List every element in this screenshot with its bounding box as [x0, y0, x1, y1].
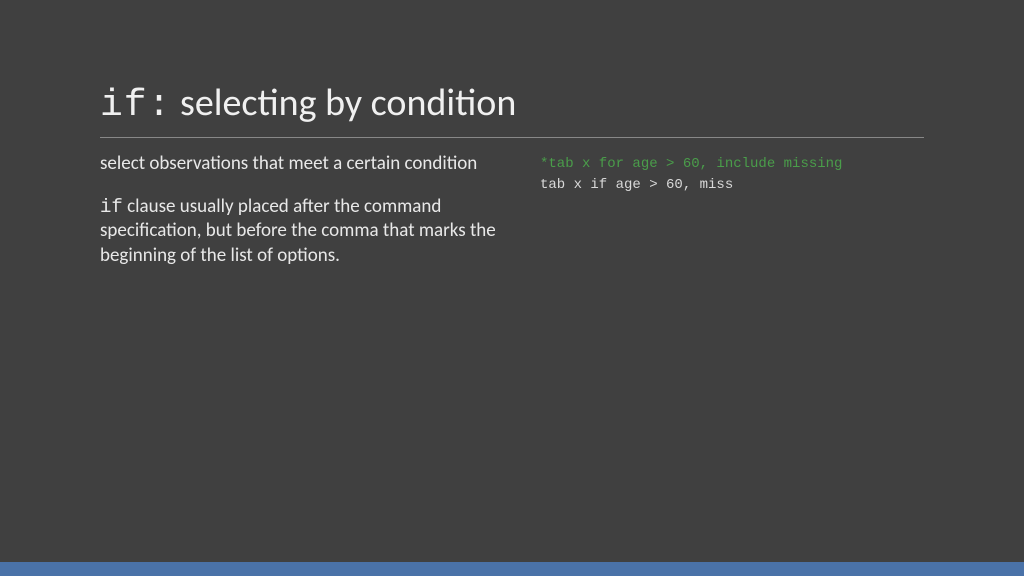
left-para-1: select observations that meet a certain …	[100, 152, 500, 177]
footer-bar	[0, 562, 1024, 576]
slide-title: if: selecting by condition	[100, 80, 924, 138]
slide-content: if: selecting by condition select observ…	[0, 0, 1024, 287]
left-para-2: if clause usually placed after the comma…	[100, 195, 500, 269]
right-column: *tab x for age > 60, include missing tab…	[540, 152, 924, 287]
code-comment: *tab x for age > 60, include missing	[540, 154, 924, 175]
title-keyword: if:	[100, 84, 171, 127]
left-para-2-keyword: if	[100, 196, 123, 218]
code-command: tab x if age > 60, miss	[540, 175, 924, 196]
left-para-2-rest: clause usually placed after the command …	[100, 195, 496, 267]
title-rest: selecting by condition	[171, 80, 516, 126]
left-column: select observations that meet a certain …	[100, 152, 500, 287]
columns: select observations that meet a certain …	[100, 152, 924, 287]
